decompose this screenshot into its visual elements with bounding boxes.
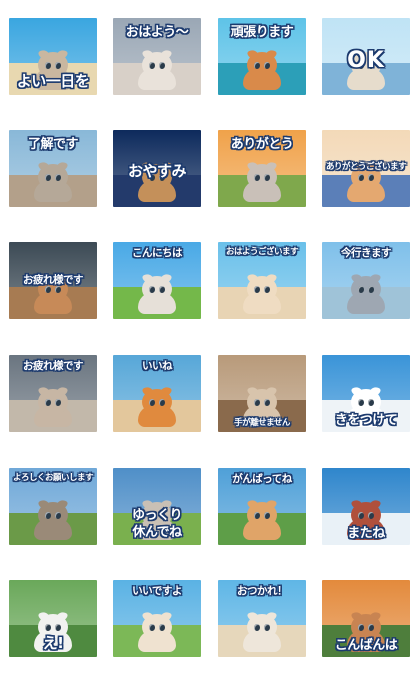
cat-illustration (30, 498, 76, 541)
sticker-tile[interactable]: こんばんは (322, 580, 410, 657)
sticker-tile[interactable]: いいですよ (113, 580, 201, 657)
sticker-tile[interactable]: 了解です (9, 130, 97, 207)
cat-illustration (239, 272, 285, 315)
sticker-caption: ゆっくり休んでね (131, 508, 183, 540)
sticker-caption: お疲れ様です (23, 274, 84, 286)
sticker-caption: OK (347, 48, 385, 73)
sticker-tile[interactable]: いいね (113, 355, 201, 432)
sticker-tile[interactable]: またね (322, 468, 410, 545)
sticker-tile[interactable]: OK (322, 18, 410, 95)
sticker-tile[interactable]: 今行きます (322, 242, 410, 319)
cat-illustration (30, 385, 76, 428)
sticker-caption: え! (42, 634, 64, 652)
sticker-tile[interactable]: よろしくお願いします (9, 468, 97, 545)
sticker-tile[interactable]: ありがとうございます (322, 130, 410, 207)
sticker-tile[interactable]: え! (9, 580, 97, 657)
sticker-tile[interactable]: おはようございます (218, 242, 306, 319)
sticker-caption: こんばんは (334, 638, 398, 653)
sticker-caption: がんばってね (232, 473, 292, 485)
cat-illustration (134, 385, 180, 428)
cat-illustration (134, 48, 180, 91)
sticker-tile[interactable]: 手が離せません (218, 355, 306, 432)
sticker-tile[interactable]: 頑張ります (218, 18, 306, 95)
sticker-caption: またね (347, 526, 385, 541)
sticker-caption: こんにちは (132, 247, 183, 259)
sticker-tile[interactable]: おやすみ (113, 130, 201, 207)
sticker-caption: 今行きます (341, 247, 392, 259)
sticker-caption: おはよう～ (125, 25, 189, 40)
cat-illustration (239, 160, 285, 203)
sticker-caption: おつかれ！ (237, 585, 288, 597)
sticker-caption: お疲れ様です (23, 360, 84, 372)
sticker-tile[interactable]: お疲れ様です (9, 355, 97, 432)
sticker-tile[interactable]: がんばってね (218, 468, 306, 545)
sticker-tile[interactable]: おつかれ！ (218, 580, 306, 657)
sticker-caption: 了解です (27, 137, 79, 152)
sticker-caption: よろしくお願いします (12, 473, 94, 483)
sticker-tile[interactable]: お疲れ様です (9, 242, 97, 319)
cat-illustration (239, 498, 285, 541)
sticker-tile[interactable]: きをつけて (322, 355, 410, 432)
sticker-caption: おやすみ (127, 162, 187, 180)
sticker-caption: ありがとう (230, 137, 294, 152)
cat-illustration (239, 48, 285, 91)
sticker-tile[interactable]: ゆっくり休んでね (113, 468, 201, 545)
sticker-grid: よい一日を おはよう～ 頑張ります OK 了解です おやすみ ありがとう ありが… (0, 0, 420, 673)
sticker-caption: いいですよ (132, 585, 182, 597)
sticker-caption: ありがとうございます (325, 162, 407, 172)
cat-illustration (239, 610, 285, 653)
sticker-caption: いいね (142, 360, 173, 372)
sticker-caption: 手が離せません (234, 418, 290, 428)
sticker-caption: きをつけて (334, 413, 398, 428)
cat-illustration (343, 272, 389, 315)
sticker-tile[interactable]: ありがとう (218, 130, 306, 207)
sticker-tile[interactable]: よい一日を (9, 18, 97, 95)
sticker-caption: 頑張ります (230, 25, 294, 40)
sticker-caption: おはようございます (225, 247, 299, 257)
cat-illustration (134, 272, 180, 315)
cat-illustration (30, 160, 76, 203)
cat-illustration (134, 610, 180, 653)
sticker-tile[interactable]: おはよう～ (113, 18, 201, 95)
sticker-tile[interactable]: こんにちは (113, 242, 201, 319)
sticker-caption: よい一日を (16, 72, 90, 90)
